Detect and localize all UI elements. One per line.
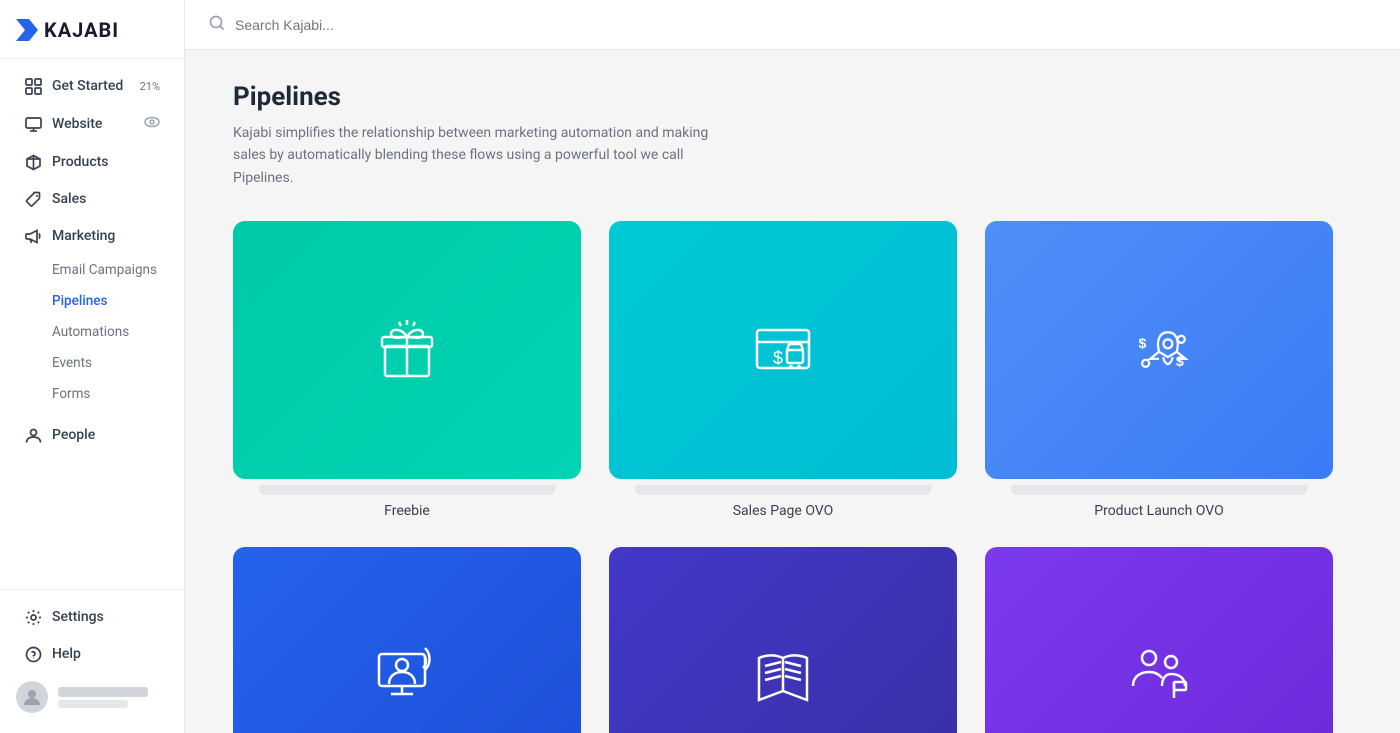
rocket-icon: $ $ — [1119, 310, 1199, 390]
book-card-image — [609, 547, 957, 733]
sidebar-item-automations[interactable]: Automations — [8, 317, 176, 347]
pipeline-card-freebie[interactable]: Freebie — [233, 221, 581, 519]
search-icon — [209, 15, 225, 35]
svg-text:$: $ — [1139, 336, 1147, 352]
help-icon — [24, 645, 42, 663]
user-profile[interactable] — [0, 673, 184, 721]
user-info — [58, 687, 168, 708]
grid-icon — [24, 77, 42, 95]
freebie-label: Freebie — [384, 503, 430, 519]
sidebar-item-help[interactable]: Help — [8, 636, 176, 672]
book-icon — [743, 636, 823, 716]
events-label: Events — [52, 355, 92, 371]
help-label: Help — [52, 646, 81, 662]
pipeline-card-coaching[interactable]: Coaching Campaign OVO — [985, 547, 1333, 733]
pipeline-card-zoom-webinar[interactable]: Zoom Webinar OVO — [233, 547, 581, 733]
sidebar-item-website-label: Website — [52, 116, 102, 132]
sidebar-item-people-label: People — [52, 427, 95, 443]
sidebar-item-get-started[interactable]: Get Started 21% — [8, 68, 176, 104]
search-input[interactable] — [235, 17, 435, 33]
sales-page-label: Sales Page OVO — [733, 503, 834, 519]
monitor-icon — [24, 115, 42, 133]
sidebar-item-marketing[interactable]: Marketing — [8, 218, 176, 254]
svg-text:$: $ — [773, 348, 783, 368]
product-card-image: $ $ — [985, 221, 1333, 479]
sidebar-item-people[interactable]: People — [8, 417, 176, 453]
page-description: Kajabi simplifies the relationship betwe… — [233, 122, 733, 189]
pipeline-grid: Freebie $ — [233, 221, 1333, 733]
automations-label: Automations — [52, 324, 129, 340]
pipeline-card-sales-page[interactable]: $ Sales Page OVO — [609, 221, 957, 519]
webinar-icon — [367, 636, 447, 716]
sidebar-item-settings[interactable]: Settings — [8, 599, 176, 635]
sidebar: KAJABI Get Started 21% — [0, 0, 185, 733]
forms-label: Forms — [52, 386, 90, 402]
user-sub — [58, 700, 128, 708]
content-area: Pipelines Kajabi simplifies the relation… — [185, 50, 1400, 733]
sidebar-item-sales[interactable]: Sales — [8, 181, 176, 217]
main-content: Pipelines Kajabi simplifies the relation… — [185, 0, 1400, 733]
main-nav: Get Started 21% Website — [0, 67, 184, 454]
sidebar-item-forms[interactable]: Forms — [8, 379, 176, 409]
tag-icon — [24, 190, 42, 208]
sidebar-item-products[interactable]: Products — [8, 144, 176, 180]
sales-card-image: $ — [609, 221, 957, 479]
avatar — [16, 681, 48, 713]
page-title: Pipelines — [233, 82, 1352, 112]
get-started-badge: 21% — [140, 80, 160, 93]
person-icon — [24, 426, 42, 444]
product-launch-label: Product Launch OVO — [1094, 503, 1223, 519]
box-icon — [24, 153, 42, 171]
coaching-card-image — [985, 547, 1333, 733]
gift-icon — [367, 310, 447, 390]
sales-card-shadow — [635, 485, 931, 495]
sidebar-item-get-started-label: Get Started — [52, 78, 123, 94]
sidebar-item-email-campaigns[interactable]: Email Campaigns — [8, 255, 176, 285]
sidebar-item-products-label: Products — [52, 154, 109, 170]
freebie-card-image — [233, 221, 581, 479]
logo-label: KAJABI — [44, 18, 119, 42]
sidebar-bottom: Settings Help — [0, 589, 184, 733]
sidebar-item-events[interactable]: Events — [8, 348, 176, 378]
webinar-card-image — [233, 547, 581, 733]
eye-icon — [144, 114, 160, 134]
topbar — [185, 0, 1400, 50]
user-name — [58, 687, 148, 697]
settings-label: Settings — [52, 609, 104, 625]
pipeline-card-product-launch[interactable]: $ $ Product Launch OVO — [985, 221, 1333, 519]
gear-icon — [24, 608, 42, 626]
coaching-icon — [1119, 636, 1199, 716]
logo: KAJABI — [0, 0, 184, 59]
sales-page-icon: $ — [743, 310, 823, 390]
email-campaigns-label: Email Campaigns — [52, 262, 157, 278]
pipeline-card-free-book[interactable]: Free Book OVO — [609, 547, 957, 733]
pipelines-label: Pipelines — [52, 293, 107, 309]
megaphone-icon — [24, 227, 42, 245]
sidebar-item-website[interactable]: Website — [8, 105, 176, 143]
sidebar-item-marketing-label: Marketing — [52, 228, 115, 244]
product-card-shadow — [1011, 485, 1307, 495]
kajabi-logo-icon — [16, 19, 38, 41]
freebie-card-shadow — [259, 485, 555, 495]
sidebar-item-pipelines[interactable]: Pipelines — [8, 286, 176, 316]
sidebar-item-sales-label: Sales — [52, 191, 86, 207]
